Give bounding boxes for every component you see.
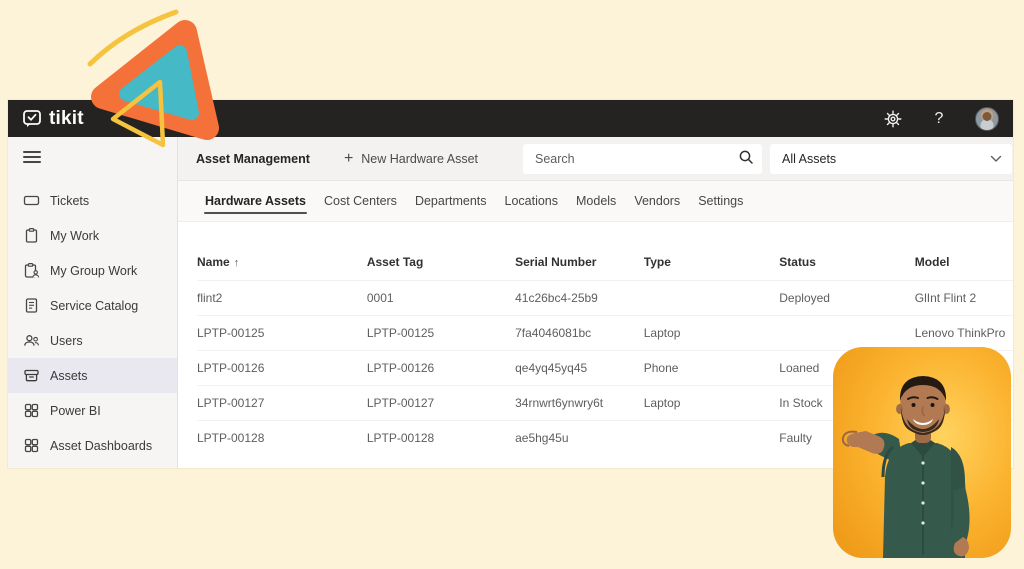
sidebar-item-label: Service Catalog [50, 299, 138, 313]
table-row[interactable]: flint2 0001 41c26bc4-25b9 Deployed GlInt… [197, 280, 1013, 315]
cell-type: Laptop [644, 326, 780, 340]
table-row[interactable]: LPTP-00125 LPTP-00125 7fa4046081bc Lapto… [197, 315, 1013, 350]
cell-asset-tag: LPTP-00125 [367, 326, 515, 340]
cell-name: LPTP-00127 [197, 396, 367, 410]
cell-asset-tag: LPTP-00126 [367, 361, 515, 375]
search-box [523, 144, 762, 174]
table-header-row: Name↑ Asset Tag Serial Number Type Statu… [197, 244, 1013, 280]
chevron-down-icon [990, 152, 1002, 166]
clipboard-icon [23, 227, 40, 244]
cell-serial-number: ae5hg45u [515, 431, 644, 445]
column-header-model[interactable]: Model [915, 255, 1013, 269]
sidebar-item-service-catalog[interactable]: Service Catalog [8, 288, 177, 323]
archive-box-icon [23, 367, 40, 384]
sidebar-item-label: Tickets [50, 194, 89, 208]
sidebar-item-my-work[interactable]: My Work [8, 218, 177, 253]
column-header-name[interactable]: Name↑ [197, 255, 367, 269]
tab-vendors[interactable]: Vendors [625, 194, 689, 221]
sidebar-item-assets[interactable]: Assets [8, 358, 177, 393]
tab-models[interactable]: Models [567, 194, 625, 221]
sidebar-item-my-group-work[interactable]: My Group Work [8, 253, 177, 288]
tab-settings[interactable]: Settings [689, 194, 752, 221]
sidebar-item-label: Users [50, 334, 83, 348]
user-avatar[interactable] [975, 107, 999, 131]
app-logo: tikit [22, 108, 84, 130]
new-hardware-asset-label: New Hardware Asset [361, 152, 478, 166]
cell-type: Phone [644, 361, 780, 375]
sort-ascending-icon: ↑ [234, 257, 240, 269]
tab-hardware-assets[interactable]: Hardware Assets [196, 194, 315, 221]
new-hardware-asset-button[interactable]: + New Hardware Asset [344, 151, 478, 167]
tab-locations[interactable]: Locations [496, 194, 568, 221]
sidebar-item-tickets[interactable]: Tickets [8, 183, 177, 218]
tikit-checkbox-logo-icon [22, 108, 43, 129]
toolbar: Asset Management + New Hardware Asset Al… [178, 137, 1013, 181]
sidebar-item-label: My Group Work [50, 264, 137, 278]
search-icon[interactable] [738, 149, 754, 170]
cell-asset-tag: LPTP-00128 [367, 431, 515, 445]
promo-photo-man-pointing [833, 347, 1011, 558]
sidebar-item-label: Asset Dashboards [50, 439, 152, 453]
tab-bar: Hardware Assets Cost Centers Departments… [178, 181, 1013, 222]
cell-model: GlInt Flint 2 [915, 291, 1013, 305]
help-icon[interactable]: ? [929, 109, 949, 129]
ticket-icon [23, 192, 40, 209]
app-title: tikit [49, 108, 84, 130]
cell-asset-tag: 0001 [367, 291, 515, 305]
sidebar-item-label: Assets [50, 369, 88, 383]
column-header-type[interactable]: Type [644, 255, 780, 269]
cell-serial-number: 34rnwrt6ynwry6t [515, 396, 644, 410]
titlebar: tikit ? [8, 100, 1013, 137]
clipboard-person-icon [23, 262, 40, 279]
column-header-status[interactable]: Status [779, 255, 915, 269]
search-input[interactable] [535, 152, 738, 166]
hamburger-menu-icon[interactable] [23, 151, 41, 163]
cell-name: LPTP-00128 [197, 431, 367, 445]
people-icon [23, 332, 40, 349]
sidebar-item-label: Power BI [50, 404, 101, 418]
page-title: Asset Management [196, 152, 310, 166]
sidebar-item-asset-dashboards[interactable]: Asset Dashboards [8, 428, 177, 463]
cell-serial-number: qe4yq45yq45 [515, 361, 644, 375]
tab-departments[interactable]: Departments [406, 194, 496, 221]
cell-asset-tag: LPTP-00127 [367, 396, 515, 410]
cell-model: Lenovo ThinkPro [915, 326, 1013, 340]
grid-icon [23, 402, 40, 419]
settings-gear-icon[interactable] [883, 109, 903, 129]
sidebar-item-power-bi[interactable]: Power BI [8, 393, 177, 428]
asset-filter-value: All Assets [782, 152, 990, 166]
sidebar-item-users[interactable]: Users [8, 323, 177, 358]
cell-serial-number: 7fa4046081bc [515, 326, 644, 340]
asset-filter-dropdown[interactable]: All Assets [770, 144, 1012, 174]
cell-name: LPTP-00126 [197, 361, 367, 375]
cell-name: flint2 [197, 291, 367, 305]
cell-type: Laptop [644, 396, 780, 410]
tab-cost-centers[interactable]: Cost Centers [315, 194, 406, 221]
grid-icon [23, 437, 40, 454]
sidebar-item-label: My Work [50, 229, 99, 243]
column-header-asset-tag[interactable]: Asset Tag [367, 255, 515, 269]
cell-status: Deployed [779, 291, 915, 305]
cell-serial-number: 41c26bc4-25b9 [515, 291, 644, 305]
catalog-document-icon [23, 297, 40, 314]
sidebar: Tickets My Work My Group Work Service Ca… [8, 137, 178, 468]
cell-name: LPTP-00125 [197, 326, 367, 340]
column-header-serial-number[interactable]: Serial Number [515, 255, 644, 269]
plus-icon: + [344, 151, 353, 167]
